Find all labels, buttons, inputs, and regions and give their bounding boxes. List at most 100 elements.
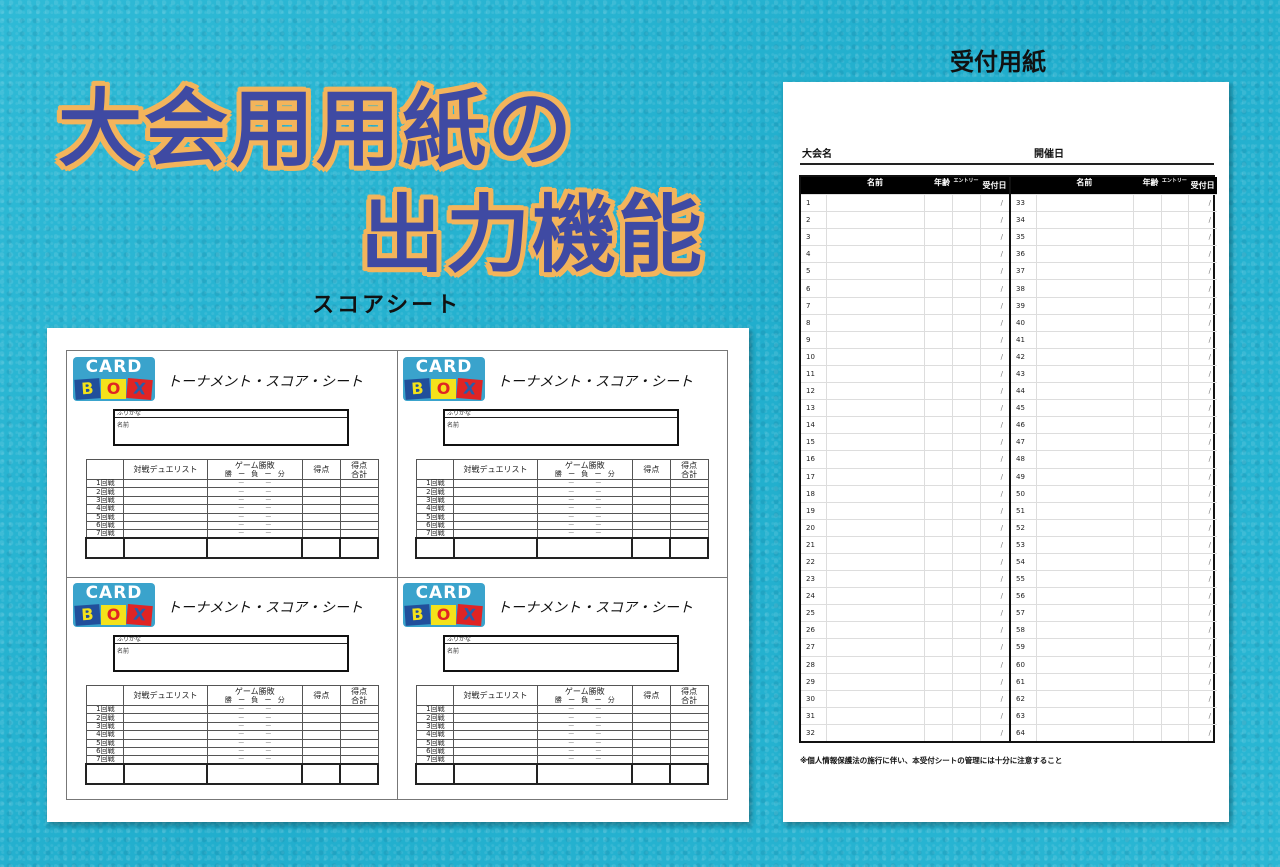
summary-cell[interactable] [206, 763, 304, 786]
points-cell[interactable] [301, 704, 341, 715]
age-cell[interactable] [1132, 246, 1161, 263]
entry-cell[interactable] [952, 212, 980, 229]
name-cell[interactable] [1035, 724, 1133, 741]
entry-cell[interactable] [1160, 246, 1189, 263]
name-cell[interactable] [826, 690, 924, 707]
total-cell[interactable] [669, 713, 709, 723]
name-cell[interactable] [826, 212, 924, 229]
summary-cell[interactable] [122, 763, 209, 786]
game-result-cell[interactable]: － － [206, 755, 303, 765]
name-cell[interactable] [1035, 263, 1133, 280]
entry-cell[interactable] [952, 195, 980, 212]
opponent-cell[interactable] [123, 730, 208, 740]
name-cell[interactable] [826, 331, 924, 348]
reception-date-cell[interactable]: / [1188, 571, 1217, 588]
name-cell[interactable] [826, 724, 924, 741]
name-cell[interactable] [1035, 673, 1133, 690]
summary-cell[interactable] [339, 763, 379, 786]
name-cell[interactable] [1035, 434, 1133, 451]
reception-date-cell[interactable]: / [980, 536, 1009, 553]
entry-cell[interactable] [952, 571, 980, 588]
entry-cell[interactable] [952, 383, 980, 400]
reception-date-cell[interactable]: / [1188, 246, 1217, 263]
name-cell[interactable] [826, 365, 924, 383]
points-cell[interactable] [631, 512, 671, 522]
reception-date-cell[interactable]: / [1188, 400, 1217, 417]
age-cell[interactable] [924, 502, 952, 519]
age-cell[interactable] [1132, 673, 1161, 690]
reception-date-cell[interactable]: / [980, 690, 1009, 707]
age-cell[interactable] [924, 605, 952, 622]
reception-date-cell[interactable]: / [980, 400, 1009, 417]
age-cell[interactable] [1132, 212, 1161, 229]
name-cell[interactable] [1035, 468, 1133, 485]
name-cell[interactable] [826, 229, 924, 246]
summary-cell[interactable] [301, 763, 342, 786]
reception-date-cell[interactable]: / [980, 639, 1009, 656]
reception-date-cell[interactable]: / [980, 297, 1009, 314]
name-cell[interactable] [1035, 297, 1133, 314]
name-cell[interactable] [1035, 485, 1133, 502]
entry-cell[interactable] [1160, 519, 1189, 536]
entry-cell[interactable] [1160, 297, 1189, 314]
entry-cell[interactable] [952, 417, 980, 434]
opponent-cell[interactable] [453, 487, 538, 497]
total-cell[interactable] [669, 746, 709, 757]
entry-cell[interactable] [1160, 383, 1189, 400]
entry-cell[interactable] [952, 468, 980, 485]
age-cell[interactable] [1132, 434, 1161, 451]
age-cell[interactable] [924, 434, 952, 451]
total-cell[interactable] [339, 520, 379, 531]
entry-cell[interactable] [1160, 690, 1189, 707]
reception-date-cell[interactable]: / [1188, 434, 1217, 451]
game-result-cell[interactable]: － － [536, 504, 633, 514]
entry-cell[interactable] [1160, 605, 1189, 622]
reception-date-cell[interactable]: / [980, 212, 1009, 229]
age-cell[interactable] [924, 724, 952, 741]
points-cell[interactable] [631, 721, 671, 732]
reception-date-cell[interactable]: / [1188, 365, 1217, 383]
summary-cell[interactable] [631, 537, 672, 560]
entry-cell[interactable] [952, 246, 980, 263]
total-cell[interactable] [669, 730, 709, 740]
reception-date-cell[interactable]: / [980, 246, 1009, 263]
reception-date-cell[interactable]: / [980, 383, 1009, 400]
reception-date-cell[interactable]: / [980, 468, 1009, 485]
total-cell[interactable] [339, 529, 379, 539]
name-cell[interactable] [1035, 280, 1133, 297]
points-cell[interactable] [631, 730, 671, 740]
age-cell[interactable] [924, 229, 952, 246]
points-cell[interactable] [631, 487, 671, 497]
opponent-cell[interactable] [453, 738, 538, 748]
entry-cell[interactable] [1160, 365, 1189, 383]
reception-date-cell[interactable]: / [1188, 331, 1217, 348]
age-cell[interactable] [1132, 400, 1161, 417]
age-cell[interactable] [924, 622, 952, 639]
entry-cell[interactable] [952, 434, 980, 451]
entry-cell[interactable] [1160, 673, 1189, 690]
reception-date-cell[interactable]: / [980, 724, 1009, 741]
points-cell[interactable] [301, 495, 341, 506]
name-cell[interactable] [1035, 502, 1133, 519]
name-cell[interactable] [1035, 553, 1133, 571]
reception-date-cell[interactable]: / [1188, 451, 1217, 468]
total-cell[interactable] [669, 704, 709, 715]
summary-cell[interactable] [669, 763, 709, 786]
points-cell[interactable] [631, 746, 671, 757]
opponent-cell[interactable] [123, 713, 208, 723]
entry-cell[interactable] [952, 724, 980, 741]
name-cell[interactable] [826, 400, 924, 417]
points-cell[interactable] [631, 529, 671, 539]
name-cell[interactable] [826, 417, 924, 434]
name-cell[interactable] [826, 553, 924, 571]
age-cell[interactable] [924, 588, 952, 605]
entry-cell[interactable] [1160, 195, 1189, 212]
age-cell[interactable] [924, 468, 952, 485]
entry-cell[interactable] [952, 502, 980, 519]
entry-cell[interactable] [1160, 553, 1189, 571]
reception-date-cell[interactable]: / [980, 571, 1009, 588]
opponent-cell[interactable] [453, 704, 538, 715]
entry-cell[interactable] [952, 331, 980, 348]
opponent-cell[interactable] [123, 529, 208, 539]
opponent-cell[interactable] [123, 746, 208, 757]
